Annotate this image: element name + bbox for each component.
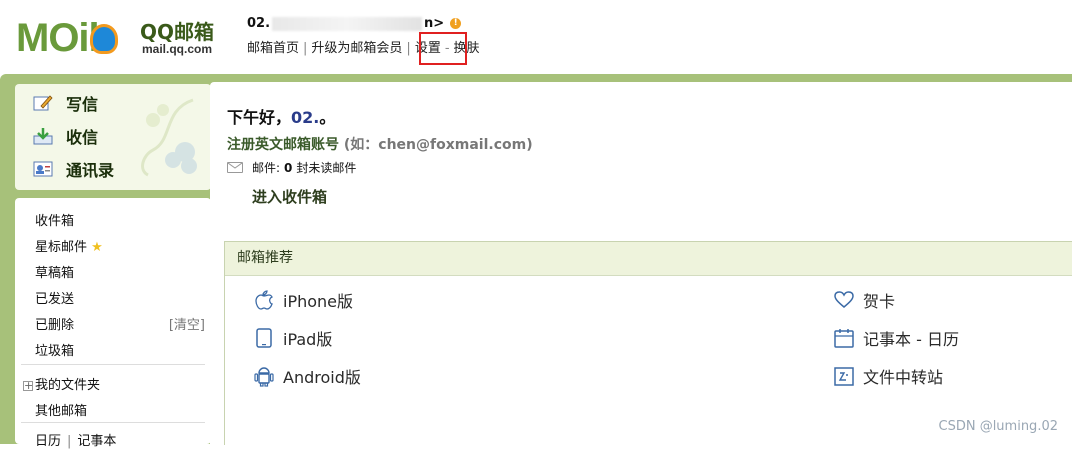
envelope-icon: [227, 162, 243, 173]
download-icon: [33, 128, 53, 145]
my-folders-label: 我的文件夹: [35, 378, 101, 393]
watermark: CSDN @luming.02: [938, 419, 1059, 434]
greeting-card-label: 贺卡: [863, 292, 896, 311]
link-calendar[interactable]: 日历: [35, 434, 61, 449]
folder-inbox[interactable]: 收件箱: [35, 210, 74, 229]
mail-count: 0: [284, 160, 293, 175]
pencil-icon: [33, 95, 53, 111]
register-hint: (如：chen@foxmail.com): [343, 137, 533, 153]
user-prefix: 02.: [247, 16, 271, 31]
top-bar: MOil QQ邮箱 mail.qq.com 02. n>! 邮箱首页 | 升级为邮箱会…: [0, 0, 1072, 74]
divider: [21, 422, 205, 423]
file-transfer-icon: [833, 365, 855, 387]
unread-count: 邮件: 0 封未读邮件: [227, 159, 356, 176]
contacts-label: 通讯录: [66, 161, 115, 180]
notepad-calendar-label: 记事本 - 日历: [863, 330, 959, 349]
enter-inbox-link[interactable]: 进入收件箱: [252, 186, 327, 207]
compose-label: 写信: [66, 95, 99, 114]
heart-icon: [833, 289, 855, 311]
settings-highlight-box: [419, 32, 467, 65]
user-account[interactable]: 02. n>!: [247, 16, 462, 31]
sidebar-item-compose[interactable]: 写信: [33, 90, 98, 116]
folder-list: 收件箱 星标邮件 ★ 草稿箱 已发送 已删除 [清空] 垃圾箱 + 我的文件夹 其…: [15, 198, 211, 449]
notice-icon[interactable]: !: [450, 18, 462, 29]
register-text: 注册英文邮箱账号: [227, 137, 339, 153]
user-suffix: n>: [424, 16, 445, 31]
mail-label: 邮件:: [252, 161, 281, 175]
star-icon: ★: [91, 240, 103, 255]
rec-android[interactable]: Android版: [253, 364, 361, 388]
folder-sent[interactable]: 已发送: [35, 288, 74, 307]
floral-decoration-icon: [141, 98, 197, 177]
folder-deleted[interactable]: 已删除: [35, 314, 74, 333]
rec-greeting-card[interactable]: 贺卡: [833, 288, 895, 312]
mail-suffix: 封未读邮件: [296, 161, 357, 175]
starred-label: 星标邮件: [35, 240, 88, 255]
other-mailbox[interactable]: 其他邮箱: [35, 400, 87, 419]
brand-name: QQ邮箱: [140, 20, 215, 44]
sidebar: 写信 收信 通讯录 收件箱 星标邮件 ★ 草稿箱 已发送 已删除 [清空] 垃圾…: [8, 84, 211, 449]
qq-mail-logo[interactable]: MOil QQ邮箱 mail.qq.com: [16, 14, 226, 62]
apple-icon: [253, 289, 275, 311]
my-folders[interactable]: + 我的文件夹: [23, 374, 100, 393]
bottom-links: 日历 | 记事本: [35, 434, 117, 449]
link-mail-home[interactable]: 邮箱首页: [247, 41, 299, 56]
greeting: 下午好，02.。: [227, 104, 335, 128]
link-notepad[interactable]: 记事本: [77, 434, 116, 449]
folder-drafts[interactable]: 草稿箱: [35, 262, 74, 281]
sidebar-item-contacts[interactable]: 通讯录: [33, 156, 114, 182]
qq-penguin-icon: [90, 24, 118, 54]
sidebar-item-receive[interactable]: 收信: [33, 123, 98, 149]
contacts-card-icon: [33, 161, 53, 177]
file-transfer-label: 文件中转站: [863, 368, 944, 387]
sidebar-primary: 写信 收信 通讯录: [15, 84, 211, 190]
ipad-label: iPad版: [283, 330, 333, 349]
greeting-end: 。: [319, 108, 336, 127]
receive-label: 收信: [66, 128, 99, 147]
clear-deleted-link[interactable]: [清空]: [169, 314, 205, 333]
brand-url: mail.qq.com: [142, 42, 213, 56]
rec-ipad[interactable]: iPad版: [253, 326, 332, 350]
recommend-panel: 邮箱推荐 iPhone版 iPad版 Android版 贺卡 记事本 - 日历 …: [224, 241, 1072, 445]
main-panel: 下午好，02.。 注册英文邮箱账号 (如：chen@foxmail.com) 邮…: [210, 82, 1072, 445]
tablet-icon: [253, 327, 275, 349]
iphone-label: iPhone版: [283, 292, 354, 311]
rec-notepad-calendar[interactable]: 记事本 - 日历: [833, 326, 959, 350]
android-label: Android版: [283, 368, 361, 387]
recommend-title: 邮箱推荐: [225, 242, 1072, 276]
blurred-account: [272, 16, 423, 31]
folder-starred[interactable]: 星标邮件 ★: [35, 236, 103, 255]
rec-iphone[interactable]: iPhone版: [253, 288, 353, 312]
android-icon: [253, 365, 275, 387]
divider: [21, 364, 205, 365]
calendar-icon: [833, 327, 855, 349]
expand-plus-icon[interactable]: +: [23, 380, 33, 391]
rec-file-transfer[interactable]: 文件中转站: [833, 364, 943, 388]
logo-text: MOil: [16, 16, 100, 60]
greeting-name: 02.: [291, 108, 320, 127]
greeting-text: 下午好，: [227, 108, 292, 127]
link-upgrade-member[interactable]: 升级为邮箱会员: [311, 41, 402, 56]
folder-spam[interactable]: 垃圾箱: [35, 340, 74, 359]
register-english-account-link[interactable]: 注册英文邮箱账号 (如：chen@foxmail.com): [227, 134, 533, 154]
